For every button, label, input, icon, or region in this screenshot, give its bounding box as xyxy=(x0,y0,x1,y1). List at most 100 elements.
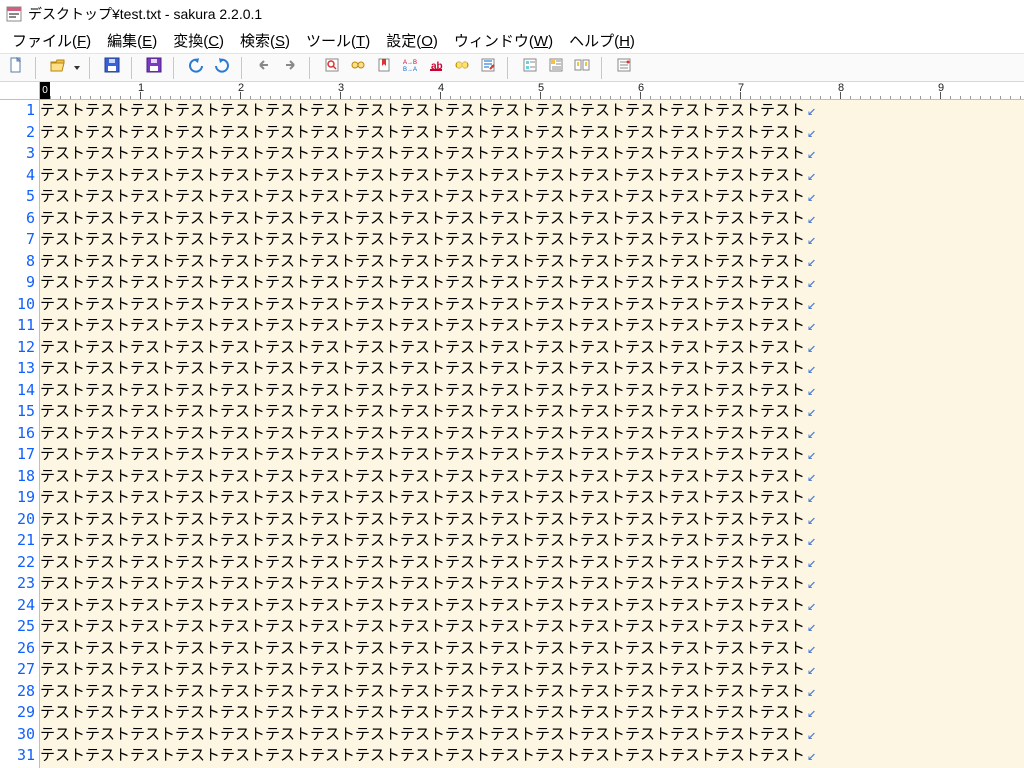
line-number[interactable]: 17 xyxy=(0,444,35,466)
line-number[interactable]: 9 xyxy=(0,272,35,294)
text-line[interactable]: テストテストテストテストテストテストテストテストテストテストテストテストテストテ… xyxy=(40,466,1024,488)
text-line[interactable]: テストテストテストテストテストテストテストテストテストテストテストテストテストテ… xyxy=(40,337,1024,359)
line-text[interactable]: テストテストテストテストテストテストテストテストテストテストテストテストテストテ… xyxy=(40,186,805,208)
menu-s[interactable]: 検索(S) xyxy=(232,28,298,53)
line-text[interactable]: テストテストテストテストテストテストテストテストテストテストテストテストテストテ… xyxy=(40,143,805,165)
line-number[interactable]: 31 xyxy=(0,745,35,767)
open-button[interactable] xyxy=(46,57,70,79)
bookmark-toggle-button[interactable] xyxy=(372,57,396,79)
line-text[interactable]: テストテストテストテストテストテストテストテストテストテストテストテストテストテ… xyxy=(40,208,805,230)
line-text[interactable]: テストテストテストテストテストテストテストテストテストテストテストテストテストテ… xyxy=(40,552,805,574)
line-number[interactable]: 14 xyxy=(0,380,35,402)
text-line[interactable]: テストテストテストテストテストテストテストテストテストテストテストテストテストテ… xyxy=(40,122,1024,144)
line-number[interactable]: 29 xyxy=(0,702,35,724)
find-next-button[interactable] xyxy=(346,57,370,79)
new-file-button[interactable] xyxy=(4,57,28,79)
line-text[interactable]: テストテストテストテストテストテストテストテストテストテストテストテストテストテ… xyxy=(40,616,805,638)
horizontal-ruler[interactable]: 0123456789 xyxy=(40,82,1024,99)
text-line[interactable]: テストテストテストテストテストテストテストテストテストテストテストテストテストテ… xyxy=(40,251,1024,273)
line-text[interactable]: テストテストテストテストテストテストテストテストテストテストテストテストテストテ… xyxy=(40,702,805,724)
line-number[interactable]: 26 xyxy=(0,638,35,660)
line-text[interactable]: テストテストテストテストテストテストテストテストテストテストテストテストテストテ… xyxy=(40,122,805,144)
line-number[interactable]: 23 xyxy=(0,573,35,595)
text-line[interactable]: テストテストテストテストテストテストテストテストテストテストテストテストテストテ… xyxy=(40,530,1024,552)
text-line[interactable]: テストテストテストテストテストテストテストテストテストテストテストテストテストテ… xyxy=(40,595,1024,617)
line-number[interactable]: 20 xyxy=(0,509,35,531)
line-text[interactable]: テストテストテストテストテストテストテストテストテストテストテストテストテストテ… xyxy=(40,681,805,703)
line-text[interactable]: テストテストテストテストテストテストテストテストテストテストテストテストテストテ… xyxy=(40,229,805,251)
text-line[interactable]: テストテストテストテストテストテストテストテストテストテストテストテストテストテ… xyxy=(40,487,1024,509)
line-text[interactable]: テストテストテストテストテストテストテストテストテストテストテストテストテストテ… xyxy=(40,659,805,681)
back-button[interactable] xyxy=(252,57,276,79)
line-number[interactable]: 25 xyxy=(0,616,35,638)
text-line[interactable]: テストテストテストテストテストテストテストテストテストテストテストテストテストテ… xyxy=(40,294,1024,316)
options-button[interactable] xyxy=(612,57,636,79)
text-line[interactable]: テストテストテストテストテストテストテストテストテストテストテストテストテストテ… xyxy=(40,401,1024,423)
line-number[interactable]: 3 xyxy=(0,143,35,165)
line-text[interactable]: テストテストテストテストテストテストテストテストテストテストテストテストテストテ… xyxy=(40,745,805,767)
text-line[interactable]: テストテストテストテストテストテストテストテストテストテストテストテストテストテ… xyxy=(40,681,1024,703)
line-number[interactable]: 5 xyxy=(0,186,35,208)
line-text[interactable]: テストテストテストテストテストテストテストテストテストテストテストテストテストテ… xyxy=(40,444,805,466)
line-number[interactable]: 13 xyxy=(0,358,35,380)
redo-button[interactable] xyxy=(210,57,234,79)
text-line[interactable]: テストテストテストテストテストテストテストテストテストテストテストテストテストテ… xyxy=(40,616,1024,638)
find-button[interactable] xyxy=(320,57,344,79)
highlight-button[interactable] xyxy=(450,57,474,79)
menu-t[interactable]: ツール(T) xyxy=(298,28,378,53)
undo-button[interactable] xyxy=(184,57,208,79)
line-number[interactable]: 12 xyxy=(0,337,35,359)
text-line[interactable]: テストテストテストテストテストテストテストテストテストテストテストテストテストテ… xyxy=(40,745,1024,767)
line-text[interactable]: テストテストテストテストテストテストテストテストテストテストテストテストテストテ… xyxy=(40,272,805,294)
line-number[interactable]: 4 xyxy=(0,165,35,187)
line-number[interactable]: 27 xyxy=(0,659,35,681)
menu-e[interactable]: 編集(E) xyxy=(99,28,165,53)
save-all-button[interactable] xyxy=(142,57,166,79)
text-line[interactable]: テストテストテストテストテストテストテストテストテストテストテストテストテストテ… xyxy=(40,272,1024,294)
menu-w[interactable]: ウィンドウ(W) xyxy=(446,28,561,53)
text-line[interactable]: テストテストテストテストテストテストテストテストテストテストテストテストテストテ… xyxy=(40,165,1024,187)
type-list-button[interactable] xyxy=(544,57,568,79)
text-line[interactable]: テストテストテストテストテストテストテストテストテストテストテストテストテストテ… xyxy=(40,573,1024,595)
line-text[interactable]: テストテストテストテストテストテストテストテストテストテストテストテストテストテ… xyxy=(40,638,805,660)
line-number[interactable]: 22 xyxy=(0,552,35,574)
save-button[interactable] xyxy=(100,57,124,79)
line-text[interactable]: テストテストテストテストテストテストテストテストテストテストテストテストテストテ… xyxy=(40,530,805,552)
text-line[interactable]: テストテストテストテストテストテストテストテストテストテストテストテストテストテ… xyxy=(40,509,1024,531)
line-number[interactable]: 2 xyxy=(0,122,35,144)
line-number[interactable]: 28 xyxy=(0,681,35,703)
line-number-gutter[interactable]: 1234567891011121314151617181920212223242… xyxy=(0,100,40,768)
text-line[interactable]: テストテストテストテストテストテストテストテストテストテストテストテストテストテ… xyxy=(40,659,1024,681)
text-editor[interactable]: テストテストテストテストテストテストテストテストテストテストテストテストテストテ… xyxy=(40,100,1024,768)
line-text[interactable]: テストテストテストテストテストテストテストテストテストテストテストテストテストテ… xyxy=(40,401,805,423)
text-line[interactable]: テストテストテストテストテストテストテストテストテストテストテストテストテストテ… xyxy=(40,552,1024,574)
line-number[interactable]: 8 xyxy=(0,251,35,273)
menu-o[interactable]: 設定(O) xyxy=(378,28,446,53)
line-text[interactable]: テストテストテストテストテストテストテストテストテストテストテストテストテストテ… xyxy=(40,595,805,617)
line-text[interactable]: テストテストテストテストテストテストテストテストテストテストテストテストテストテ… xyxy=(40,337,805,359)
compare-button[interactable] xyxy=(570,57,594,79)
menu-c[interactable]: 変換(C) xyxy=(165,28,232,53)
outline-button[interactable] xyxy=(518,57,542,79)
text-line[interactable]: テストテストテストテストテストテストテストテストテストテストテストテストテストテ… xyxy=(40,143,1024,165)
line-text[interactable]: テストテストテストテストテストテストテストテストテストテストテストテストテストテ… xyxy=(40,358,805,380)
line-text[interactable]: テストテストテストテストテストテストテストテストテストテストテストテストテストテ… xyxy=(40,251,805,273)
line-text[interactable]: テストテストテストテストテストテストテストテストテストテストテストテストテストテ… xyxy=(40,509,805,531)
line-text[interactable]: テストテストテストテストテストテストテストテストテストテストテストテストテストテ… xyxy=(40,315,805,337)
line-text[interactable]: テストテストテストテストテストテストテストテストテストテストテストテストテストテ… xyxy=(40,380,805,402)
line-number[interactable]: 19 xyxy=(0,487,35,509)
line-text[interactable]: テストテストテストテストテストテストテストテストテストテストテストテストテストテ… xyxy=(40,573,805,595)
menu-f[interactable]: ファイル(F) xyxy=(4,28,99,53)
line-number[interactable]: 10 xyxy=(0,294,35,316)
text-line[interactable]: テストテストテストテストテストテストテストテストテストテストテストテストテストテ… xyxy=(40,358,1024,380)
text-line[interactable]: テストテストテストテストテストテストテストテストテストテストテストテストテストテ… xyxy=(40,423,1024,445)
line-number[interactable]: 16 xyxy=(0,423,35,445)
text-line[interactable]: テストテストテストテストテストテストテストテストテストテストテストテストテストテ… xyxy=(40,444,1024,466)
text-line[interactable]: テストテストテストテストテストテストテストテストテストテストテストテストテストテ… xyxy=(40,229,1024,251)
text-line[interactable]: テストテストテストテストテストテストテストテストテストテストテストテストテストテ… xyxy=(40,186,1024,208)
line-number[interactable]: 18 xyxy=(0,466,35,488)
line-number[interactable]: 7 xyxy=(0,229,35,251)
text-line[interactable]: テストテストテストテストテストテストテストテストテストテストテストテストテストテ… xyxy=(40,315,1024,337)
line-text[interactable]: テストテストテストテストテストテストテストテストテストテストテストテストテストテ… xyxy=(40,466,805,488)
replace-button[interactable]: A→BB→A xyxy=(398,57,422,79)
